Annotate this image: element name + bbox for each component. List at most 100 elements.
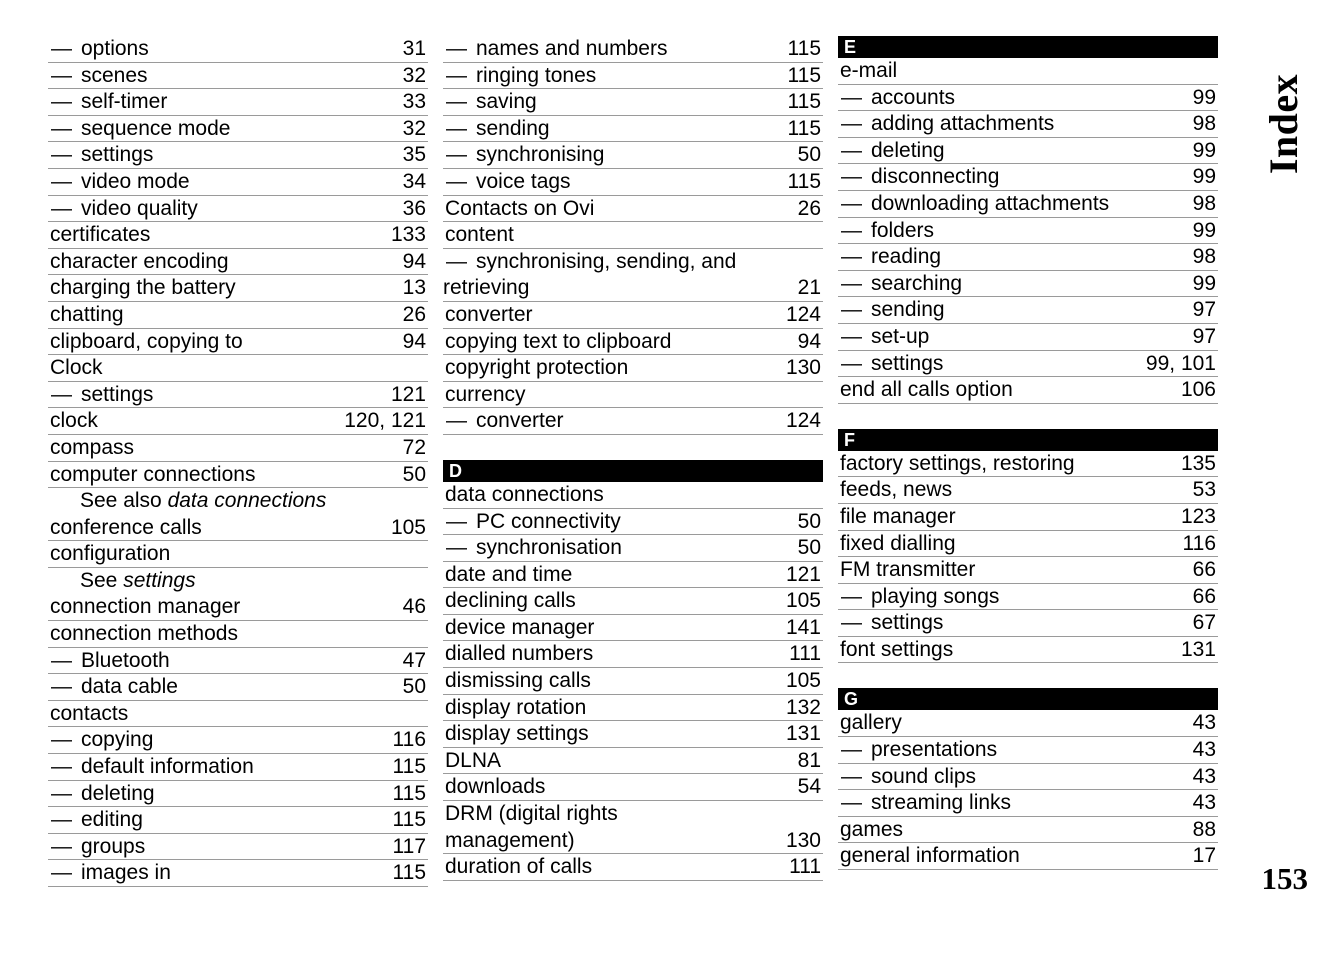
index-entry[interactable]: — streaming links 43 [838, 790, 1218, 817]
index-entry[interactable]: — synchronising 50 [443, 142, 823, 169]
index-entry[interactable]: character encoding 94 [48, 249, 428, 276]
index-entry[interactable]: copyright protection 130 [443, 355, 823, 382]
index-entry-text: reading [871, 245, 942, 269]
index-entry[interactable]: — editing 115 [48, 807, 428, 834]
index-entry[interactable]: — playing songs 66 [838, 584, 1218, 611]
index-entry[interactable]: — settings 121 [48, 382, 428, 409]
index-cross-reference: See also data connections [48, 488, 428, 515]
index-entry[interactable]: — sending 115 [443, 116, 823, 143]
index-entry[interactable]: — video quality 36 [48, 196, 428, 223]
index-entry[interactable]: compass 72 [48, 435, 428, 462]
index-entry[interactable]: games 88 [838, 817, 1218, 844]
index-entry[interactable]: FM transmitter 66 [838, 557, 1218, 584]
index-entry[interactable]: — data cable 50 [48, 674, 428, 701]
index-entry-page: 115 [392, 781, 426, 805]
index-entry[interactable]: font settings 131 [838, 637, 1218, 664]
index-entry[interactable]: — default information 115 [48, 754, 428, 781]
index-entry[interactable]: general information 17 [838, 843, 1218, 871]
index-entry[interactable]: contacts [48, 701, 428, 728]
index-entry[interactable]: content [443, 222, 823, 249]
xref-target[interactable]: data connections [168, 489, 327, 512]
index-entry[interactable]: duration of calls 111 [443, 854, 823, 881]
index-entry[interactable]: chatting 26 [48, 302, 428, 329]
index-entry[interactable]: clock 120, 121 [48, 408, 428, 435]
index-entry[interactable]: conference calls 105 [48, 515, 428, 542]
index-entry[interactable]: copying text to clipboard 94 [443, 329, 823, 356]
index-entry-label-wrap: display settings [443, 721, 589, 747]
index-entry[interactable]: data connections [443, 482, 823, 509]
index-entry[interactable]: — set-up 97 [838, 324, 1218, 351]
index-entry[interactable]: — reading 98 [838, 244, 1218, 271]
index-entry[interactable]: — presentations 43 [838, 737, 1218, 764]
index-entry[interactable]: — settings 99, 101 [838, 351, 1218, 378]
index-entry[interactable]: DRM (digital rights [443, 801, 823, 828]
index-entry[interactable]: feeds, news 53 [838, 477, 1218, 504]
index-entry[interactable]: end all calls option 106 [838, 377, 1218, 404]
index-entry[interactable]: — PC connectivity 50 [443, 509, 823, 536]
index-entry[interactable]: Contacts on Ovi 26 [443, 196, 823, 223]
index-entry[interactable]: — copying 116 [48, 727, 428, 755]
index-entry[interactable]: management) 130 [443, 828, 823, 855]
index-entry[interactable]: dialled numbers 111 [443, 641, 823, 669]
index-entry[interactable]: — synchronising, sending, and [443, 249, 823, 276]
index-entry[interactable]: converter 124 [443, 302, 823, 329]
index-entry[interactable]: — Bluetooth 47 [48, 648, 428, 675]
index-entry[interactable]: — video mode 34 [48, 169, 428, 196]
index-entry[interactable]: — searching 99 [838, 271, 1218, 298]
index-entry[interactable]: charging the battery 13 [48, 275, 428, 302]
index-entry[interactable]: — accounts 99 [838, 85, 1218, 112]
index-entry[interactable]: date and time 121 [443, 562, 823, 589]
index-entry[interactable]: — self-timer 33 [48, 89, 428, 116]
index-entry[interactable]: — ringing tones 115 [443, 63, 823, 90]
index-entry[interactable]: display rotation 132 [443, 695, 823, 722]
index-entry-label-wrap: — voice tags [443, 169, 571, 195]
index-entry[interactable]: — disconnecting 99 [838, 164, 1218, 191]
index-entry[interactable]: dismissing calls 105 [443, 668, 823, 695]
index-entry[interactable]: computer connections 50 [48, 462, 428, 489]
index-entry[interactable]: — images in 115 [48, 860, 428, 887]
index-entry[interactable]: fixed dialling 116 [838, 531, 1218, 558]
index-entry[interactable]: — sending 97 [838, 297, 1218, 324]
index-section-F: Ffactory settings, restoring 135 feeds, ne… [838, 428, 1218, 664]
index-entry[interactable]: factory settings, restoring 135 [838, 451, 1218, 478]
index-entry[interactable]: — sequence mode 32 [48, 116, 428, 143]
index-entry[interactable]: clipboard, copying to 94 [48, 329, 428, 356]
index-entry[interactable]: currency [443, 382, 823, 409]
index-entry[interactable]: retrieving 21 [443, 275, 823, 302]
index-entry[interactable]: configuration [48, 541, 428, 568]
index-entry[interactable]: — voice tags 115 [443, 169, 823, 196]
index-entry[interactable]: downloads 54 [443, 774, 823, 802]
index-entry[interactable]: — synchronisation 50 [443, 535, 823, 562]
index-entry-page: 105 [390, 515, 426, 539]
index-entry[interactable]: gallery 43 [838, 710, 1218, 738]
index-entry[interactable]: Clock [48, 355, 428, 382]
index-entry[interactable]: — groups 117 [48, 834, 428, 861]
index-entry[interactable]: display settings 131 [443, 721, 823, 748]
index-entry[interactable]: device manager 141 [443, 615, 823, 642]
index-entry[interactable]: — settings 67 [838, 610, 1218, 637]
index-section-G: Ggallery 43 — presentations 43 — sound clips 43… [838, 688, 1218, 871]
index-entry[interactable]: e-mail [838, 58, 1218, 85]
index-entry[interactable]: — folders 99 [838, 218, 1218, 245]
index-entry[interactable]: connection manager 46 [48, 594, 428, 622]
index-entry[interactable]: — deleting 115 [48, 781, 428, 808]
index-entry[interactable]: — converter 124 [443, 408, 823, 435]
index-entry-label-wrap: — sending [838, 297, 945, 323]
index-entry[interactable]: — names and numbers 115 [443, 36, 823, 63]
xref-target[interactable]: settings [123, 569, 195, 592]
index-entry-label-wrap: conference calls [48, 515, 202, 541]
index-entry[interactable]: — adding attachments 98 [838, 111, 1218, 138]
index-entry[interactable]: DLNA 81 [443, 748, 823, 775]
index-entry[interactable]: file manager 123 [838, 504, 1218, 531]
index-entry[interactable]: connection methods [48, 621, 428, 648]
index-entry[interactable]: — saving 115 [443, 89, 823, 116]
index-entry[interactable]: — scenes 32 [48, 63, 428, 90]
index-entry[interactable]: declining calls 105 [443, 588, 823, 615]
em-dash-icon: — [841, 791, 862, 815]
index-entry[interactable]: — sound clips 43 [838, 764, 1218, 791]
index-entry[interactable]: — settings 35 [48, 142, 428, 169]
index-entry[interactable]: — options 31 [48, 36, 428, 63]
index-entry[interactable]: — downloading attachments 98 [838, 191, 1218, 218]
index-entry[interactable]: certificates 133 [48, 222, 428, 249]
index-entry[interactable]: — deleting 99 [838, 138, 1218, 165]
